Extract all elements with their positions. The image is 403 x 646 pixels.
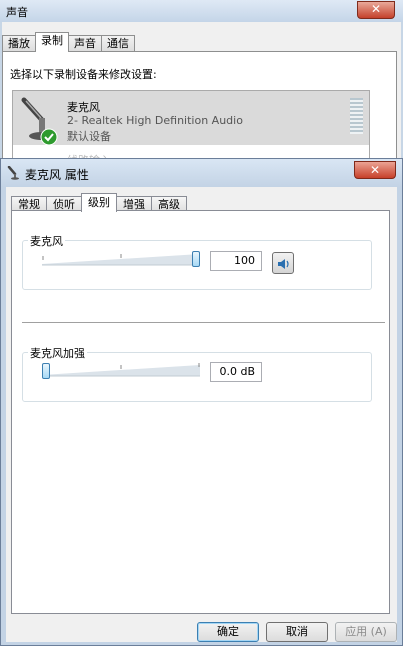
tab-playback[interactable]: 播放 <box>2 35 36 52</box>
boost-slider-thumb[interactable] <box>42 363 50 379</box>
separator <box>22 322 385 323</box>
cancel-button[interactable]: 取消 <box>266 622 328 642</box>
recording-instruction: 选择以下录制设备来修改设置: <box>10 68 157 81</box>
sound-window-tabs: 播放 录制 声音 通信 <box>2 32 135 52</box>
device-name: 麦克风 <box>67 101 100 114</box>
sound-window-titlebar: 声音 ✕ <box>0 0 403 22</box>
check-icon <box>40 128 58 146</box>
mute-button[interactable] <box>272 252 294 274</box>
microphone-boost-value[interactable]: 0.0 dB <box>210 362 262 382</box>
sound-window-close-button[interactable]: ✕ <box>357 1 395 19</box>
microphone-boost-label: 麦克风加强 <box>28 345 87 361</box>
device-description: 2- Realtek High Definition Audio <box>67 114 243 127</box>
dialog-close-button[interactable]: ✕ <box>354 161 396 179</box>
apply-button[interactable]: 应用 (A) <box>335 622 397 642</box>
sound-window-title: 声音 <box>6 6 28 19</box>
microphone-boost-slider[interactable] <box>42 362 200 379</box>
level-meter <box>350 98 363 134</box>
microphone-level-value[interactable]: 100 <box>210 251 262 271</box>
tab-recording[interactable]: 录制 <box>35 32 69 52</box>
tab-communications[interactable]: 通信 <box>101 35 135 52</box>
microphone-icon <box>7 165 21 180</box>
dialog-titlebar: 麦克风 属性 ✕ <box>1 159 402 187</box>
ok-button[interactable]: 确定 <box>197 622 259 642</box>
tab-levels[interactable]: 级别 <box>81 193 117 212</box>
tab-sounds[interactable]: 声音 <box>68 35 102 52</box>
microphone-level-label: 麦克风 <box>28 233 65 249</box>
microphone-level-slider[interactable] <box>42 251 200 268</box>
dialog-title: 麦克风 属性 <box>25 168 89 182</box>
device-status: 默认设备 <box>67 130 111 143</box>
microphone-slider-thumb[interactable] <box>192 251 200 267</box>
